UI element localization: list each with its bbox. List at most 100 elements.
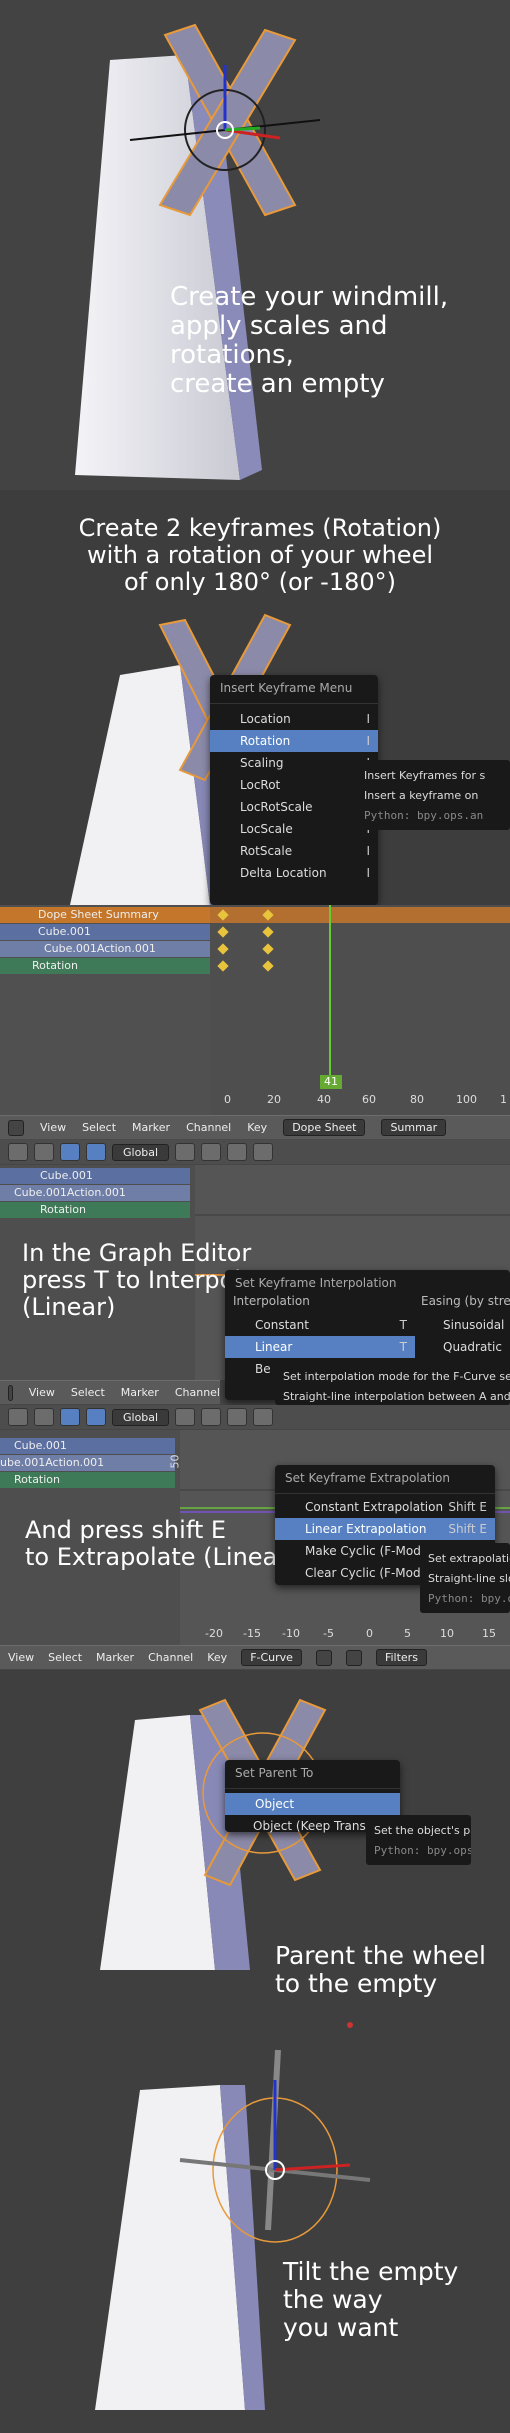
layer-button-4[interactable]: [201, 1408, 222, 1426]
graph-menu-channel[interactable]: Channel: [175, 1386, 220, 1399]
menu-item-locrotscale[interactable]: LocRotScaleI: [210, 796, 378, 818]
g2-tick-15: 15: [482, 1627, 496, 1640]
pivot-button-2[interactable]: [34, 1408, 54, 1426]
interpolation-tooltip: Set interpolation mode for the F-Curve s…: [275, 1365, 510, 1405]
menu-item-location[interactable]: Location I: [210, 708, 378, 730]
proportional-button[interactable]: [253, 1143, 274, 1161]
graph-editor-type-icon[interactable]: [8, 1384, 13, 1401]
graph2-channel-rotation[interactable]: Rotation: [0, 1472, 175, 1488]
g2-tick-m15: -15: [243, 1627, 261, 1640]
menu-marker[interactable]: Marker: [132, 1121, 170, 1134]
dope-sheet-header: View Select Marker Channel Key Dope Shee…: [0, 1115, 510, 1139]
menu-select[interactable]: Select: [82, 1121, 116, 1134]
g2-tick-m5: -5: [323, 1627, 334, 1640]
menu-channel[interactable]: Channel: [186, 1121, 231, 1134]
graph-channel-action[interactable]: Cube.001Action.001: [0, 1185, 190, 1201]
g2-menu-marker[interactable]: Marker: [96, 1651, 134, 1664]
mode-dropdown[interactable]: Dope Sheet: [283, 1119, 366, 1136]
snap-button-2[interactable]: [227, 1408, 248, 1426]
step6-caption: Tilt the empty the way you want: [283, 2257, 459, 2342]
step6-panel: Tilt the empty the way you want: [0, 2030, 510, 2433]
graph2-channel-cube-001[interactable]: Cube.001: [0, 1438, 175, 1454]
extrap-linear[interactable]: Linear Extrapolation Shift E: [275, 1518, 495, 1540]
channel-cube-action[interactable]: Cube.001Action.001: [0, 941, 210, 957]
easing-sinusoidal[interactable]: Sinusoidal: [413, 1314, 504, 1336]
layer-button-2[interactable]: [201, 1143, 222, 1161]
dope-sheet-timeline-area: [210, 905, 510, 1115]
g2-mode-dropdown[interactable]: F-Curve: [241, 1649, 302, 1666]
manipulator-translate-button-2[interactable]: [60, 1408, 80, 1426]
g2-menu-key[interactable]: Key: [207, 1651, 227, 1664]
interp-linear[interactable]: Linear T: [225, 1336, 415, 1358]
set-parent-tooltip: Set the object's pa Python: bpy.ops: [366, 1815, 471, 1865]
g2-tick-5: 5: [404, 1627, 411, 1640]
channel-rotation[interactable]: Rotation: [0, 958, 210, 974]
snap-button[interactable]: [227, 1143, 248, 1161]
graph-menu-marker[interactable]: Marker: [121, 1386, 159, 1399]
pivot-button[interactable]: [34, 1143, 54, 1161]
menu-item-delta-location[interactable]: Delta Location I: [210, 862, 378, 884]
tick-100: 100: [456, 1093, 477, 1106]
interp-constant[interactable]: Constant T: [225, 1314, 415, 1336]
manipulator-translate-button[interactable]: [60, 1143, 80, 1161]
step2-caption: Create 2 keyframes (Rotation) with a rot…: [78, 514, 442, 596]
graph-menu-select[interactable]: Select: [71, 1386, 105, 1399]
manipulator-rotate-button[interactable]: [86, 1143, 106, 1161]
summary-row-band: [210, 907, 510, 923]
summary-toggle[interactable]: Summar: [381, 1119, 447, 1136]
menu-view[interactable]: View: [40, 1121, 66, 1134]
menu-item-locscale[interactable]: LocScaleI: [210, 818, 378, 840]
windmill-viewport-render: [75, 23, 321, 480]
step4-caption: And press shift E to Extrapolate (Linear…: [25, 1516, 297, 1571]
orientation-dropdown-2[interactable]: Global: [112, 1408, 170, 1426]
g2-filter-icon[interactable]: [345, 1649, 362, 1666]
graph-editor-interpolation-panel: Global Cube.001 Cube.001Action.001 Rotat…: [0, 1140, 510, 1405]
step5-caption: Parent the wheel to the empty: [275, 1941, 486, 1998]
insert-keyframe-menu-title: Insert Keyframe Menu: [210, 675, 378, 704]
proportional-button-2[interactable]: [253, 1408, 274, 1426]
viewport-header-row: Global: [0, 1140, 510, 1164]
g2-menu-channel[interactable]: Channel: [148, 1651, 193, 1664]
layer-button-1[interactable]: [175, 1143, 196, 1161]
g2-pivot-icon[interactable]: [315, 1649, 332, 1666]
easing-quadratic[interactable]: Quadratic: [413, 1336, 502, 1358]
viewport-shading-button[interactable]: [8, 1143, 28, 1161]
step5-panel: Set Parent To Object Object (Keep Transf…: [0, 1670, 510, 2030]
viewport-header-row-2: Global: [0, 1405, 510, 1429]
g2-tick-0: 0: [366, 1627, 373, 1640]
channel-cube-001[interactable]: Cube.001: [0, 924, 210, 940]
parent-object[interactable]: Object: [225, 1793, 400, 1815]
menu-item-scaling[interactable]: ScalingI: [210, 752, 378, 774]
graph-channel-cube-001[interactable]: Cube.001: [0, 1168, 190, 1184]
tick-20: 20: [267, 1093, 281, 1106]
graph-editor-header-1: View Select Marker Channel: [0, 1380, 220, 1404]
viewport-shading-button-2[interactable]: [8, 1408, 28, 1426]
axis-50-label: 50: [168, 1454, 182, 1469]
tick-end: 1: [500, 1093, 507, 1106]
extrapolation-menu-title: Set Keyframe Extrapolation: [275, 1465, 495, 1494]
extrap-constant[interactable]: Constant Extrapolation Shift E: [275, 1496, 495, 1518]
graph-channel-rotation[interactable]: Rotation: [0, 1202, 190, 1218]
manipulator-rotate-button-2[interactable]: [86, 1408, 106, 1426]
step1-caption: Create your windmill, apply scales and r…: [170, 282, 449, 400]
graph-menu-view[interactable]: View: [29, 1386, 55, 1399]
interp-column-header: Interpolation: [233, 1294, 310, 1308]
menu-item-locrot[interactable]: LocRotI: [210, 774, 378, 796]
dope-sheet-panel: Dope Sheet Summary Cube.001 Cube.001Acti…: [0, 905, 510, 1140]
g2-menu-select[interactable]: Select: [48, 1651, 82, 1664]
tick-40: 40: [317, 1093, 331, 1106]
editor-type-icon[interactable]: [8, 1119, 24, 1136]
layer-button-3[interactable]: [175, 1408, 196, 1426]
current-frame-line[interactable]: [329, 905, 331, 1075]
orientation-dropdown[interactable]: Global: [112, 1143, 170, 1161]
g2-tick-m20: -20: [205, 1627, 223, 1640]
graph2-channel-action[interactable]: ube.001Action.001: [0, 1455, 175, 1471]
g2-filters-button[interactable]: Filters: [375, 1649, 427, 1666]
tick-0: 0: [224, 1093, 231, 1106]
g2-menu-view[interactable]: View: [8, 1651, 34, 1664]
menu-key[interactable]: Key: [247, 1121, 267, 1134]
menu-item-rotation[interactable]: Rotation I: [210, 730, 378, 752]
channel-dope-sheet-summary[interactable]: Dope Sheet Summary: [0, 907, 210, 923]
menu-item-rotscale[interactable]: RotScale I: [210, 840, 378, 862]
current-frame-indicator[interactable]: 41: [320, 1075, 342, 1089]
